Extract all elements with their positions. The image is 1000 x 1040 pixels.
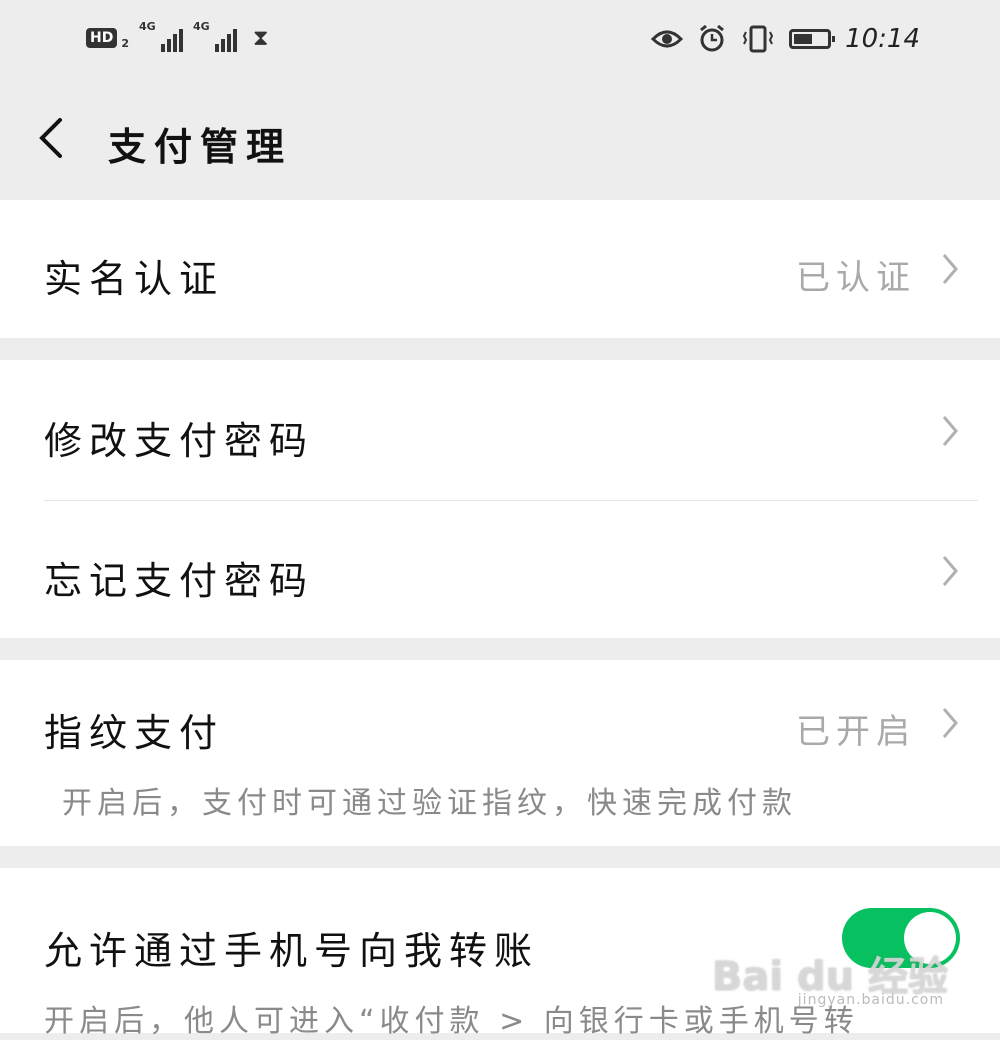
page-title: 支付管理: [108, 125, 293, 169]
real-name-status: 已认证: [796, 258, 916, 298]
battery-icon: [789, 29, 836, 49]
hourglass-icon: ⧗: [253, 25, 269, 51]
chevron-right-icon: [942, 708, 958, 738]
real-name-row[interactable]: 实名认证 已认证: [0, 200, 1000, 338]
signal-icon: 4G: [193, 20, 237, 52]
signal-label: 4G: [193, 20, 210, 33]
fingerprint-label: 指纹支付: [44, 711, 225, 755]
real-name-group: 实名认证 已认证: [0, 200, 1000, 338]
chevron-right-icon: [942, 416, 958, 446]
hd-voice-sim-number: 2: [121, 36, 129, 50]
signal-label: 4G: [139, 20, 156, 33]
vibrate-icon: [742, 25, 774, 53]
forget-password-row[interactable]: 忘记支付密码: [0, 500, 1000, 638]
phone-transfer-description: 开启后，他人可进入“收付款 > 向银行卡或手机号转: [44, 1004, 859, 1039]
password-group: 修改支付密码 忘记支付密码: [0, 360, 1000, 638]
nav-bar: 支付管理: [0, 80, 1000, 198]
signal-icon: 4G: [139, 20, 183, 52]
change-password-row[interactable]: 修改支付密码: [0, 360, 1000, 500]
change-password-label: 修改支付密码: [44, 419, 315, 463]
fingerprint-row[interactable]: 指纹支付 已开启 开启后，支付时可通过验证指纹，快速完成付款: [0, 660, 1000, 846]
fingerprint-status: 已开启: [796, 712, 916, 752]
status-bar: HD 2 4G 4G ⧗ 10:14: [0, 0, 1000, 80]
chevron-right-icon: [942, 556, 958, 586]
baidu-watermark-url: jingyan.baidu.com: [797, 992, 944, 1008]
alarm-icon: [700, 24, 724, 52]
chevron-right-icon: [942, 254, 958, 284]
hd-voice-badge: HD: [86, 28, 118, 48]
eye-comfort-icon: [651, 30, 684, 48]
status-bar-left: HD 2 4G 4G ⧗: [86, 20, 269, 52]
clock-time: 10:14: [845, 24, 920, 54]
phone-transfer-label: 允许通过手机号向我转账: [44, 929, 540, 973]
fingerprint-group: 指纹支付 已开启 开启后，支付时可通过验证指纹，快速完成付款: [0, 660, 1000, 846]
forget-password-label: 忘记支付密码: [44, 559, 315, 603]
chevron-left-icon[interactable]: [36, 116, 66, 160]
fingerprint-description: 开启后，支付时可通过验证指纹，快速完成付款: [62, 786, 797, 821]
real-name-label: 实名认证: [44, 257, 225, 301]
status-bar-right: 10:14: [651, 24, 920, 54]
